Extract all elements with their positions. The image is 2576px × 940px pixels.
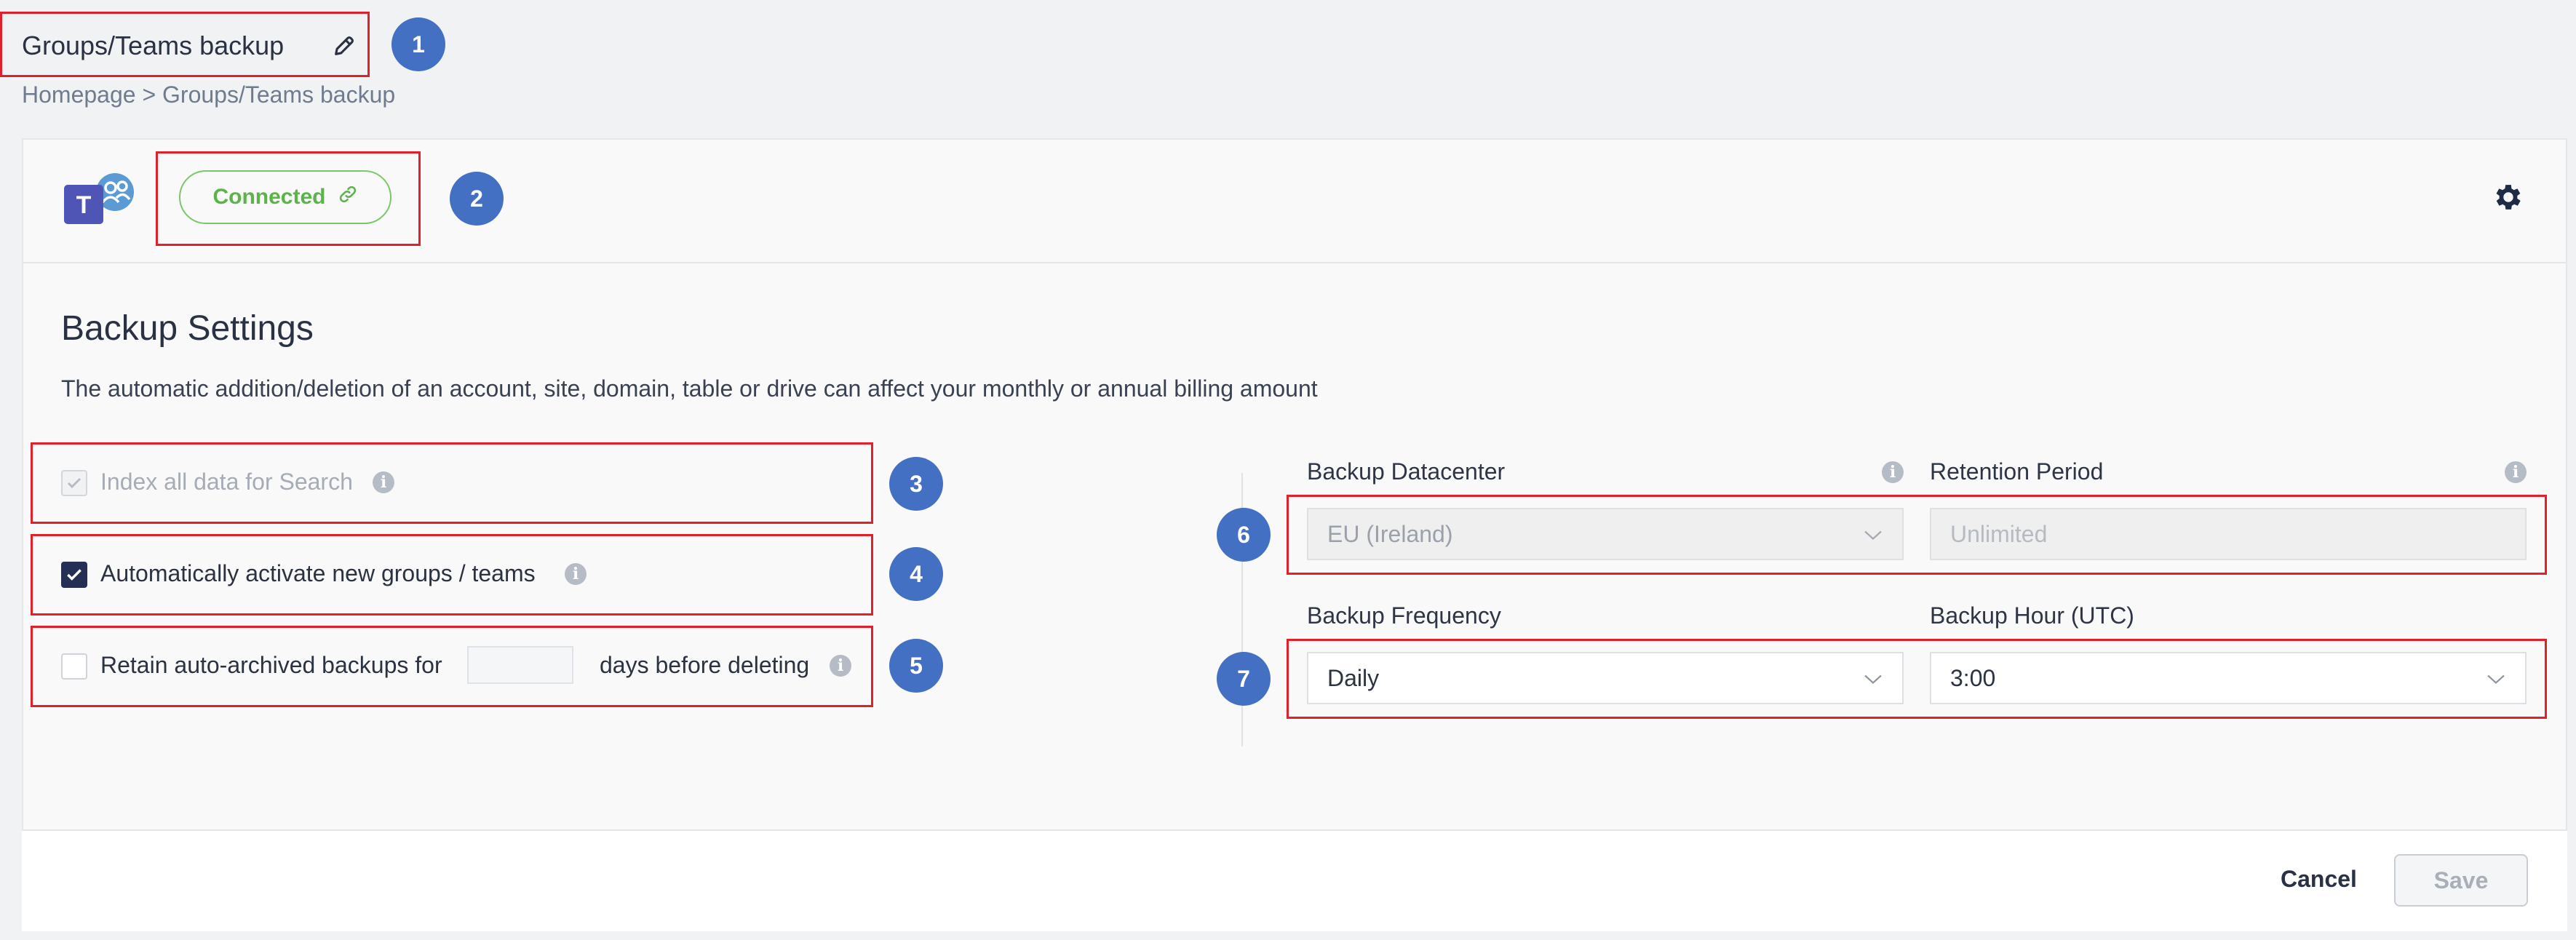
page-title: Groups/Teams backup xyxy=(22,31,285,60)
link-icon xyxy=(338,184,358,210)
datacenter-info-icon[interactable]: i xyxy=(1882,461,1904,483)
retain-archived-checkbox[interactable] xyxy=(61,653,87,680)
annotation-badge-1: 1 xyxy=(391,17,445,71)
connected-status-badge[interactable]: Connected xyxy=(179,170,391,224)
retention-period-label: Retention Period xyxy=(1930,458,2104,485)
index-search-info-icon[interactable]: i xyxy=(373,471,394,493)
retention-info-icon[interactable]: i xyxy=(2505,461,2527,483)
microsoft-teams-icon: T xyxy=(63,170,138,228)
backup-hour-select[interactable]: 3:00 xyxy=(1930,652,2527,704)
annotation-badge-5: 5 xyxy=(889,639,943,693)
backup-frequency-select[interactable]: Daily xyxy=(1307,652,1904,704)
chevron-down-icon xyxy=(2486,665,2506,692)
retain-days-input[interactable] xyxy=(467,646,573,684)
index-search-label: Index all data for Search xyxy=(100,469,353,495)
annotation-badge-2: 2 xyxy=(450,172,504,226)
chevron-down-icon xyxy=(1863,521,1883,548)
auto-activate-label: Automatically activate new groups / team… xyxy=(100,560,536,586)
breadcrumb: Homepage > Groups/Teams backup xyxy=(22,81,396,108)
retention-period-field[interactable]: Unlimited xyxy=(1930,508,2527,560)
backup-datacenter-select[interactable]: EU (Ireland) xyxy=(1307,508,1904,560)
edit-title-icon[interactable] xyxy=(332,33,357,58)
save-button[interactable]: Save xyxy=(2394,854,2528,907)
index-search-checkbox[interactable] xyxy=(61,470,87,496)
backup-datacenter-value: EU (Ireland) xyxy=(1327,520,1453,547)
svg-text:T: T xyxy=(76,191,92,219)
annotation-badge-3: 3 xyxy=(889,457,943,511)
retain-archived-info-icon[interactable]: i xyxy=(830,655,851,677)
backup-settings-heading: Backup Settings xyxy=(61,309,314,348)
annotation-badge-7: 7 xyxy=(1217,652,1271,706)
backup-frequency-value: Daily xyxy=(1327,664,1380,691)
auto-activate-info-icon[interactable]: i xyxy=(565,563,587,585)
annotation-badge-4: 4 xyxy=(889,547,943,601)
backup-hour-label: Backup Hour (UTC) xyxy=(1930,602,2134,629)
annotation-badge-6: 6 xyxy=(1217,508,1271,562)
cancel-button[interactable]: Cancel xyxy=(2281,866,2357,893)
backup-hour-value: 3:00 xyxy=(1950,664,1996,691)
card-footer xyxy=(22,829,2567,931)
connected-label: Connected xyxy=(212,185,326,209)
backup-datacenter-label: Backup Datacenter xyxy=(1307,458,1506,485)
retain-archived-label-after: days before deleting xyxy=(600,652,810,678)
billing-description: The automatic addition/deletion of an ac… xyxy=(61,375,1318,402)
backup-frequency-label: Backup Frequency xyxy=(1307,602,1501,629)
auto-activate-checkbox[interactable] xyxy=(61,562,87,588)
card-header-divider xyxy=(22,262,2567,263)
gear-icon[interactable] xyxy=(2492,180,2525,214)
retention-period-value: Unlimited xyxy=(1950,520,2048,547)
retain-archived-label-before: Retain auto-archived backups for xyxy=(100,652,442,678)
chevron-down-icon xyxy=(1863,665,1883,692)
